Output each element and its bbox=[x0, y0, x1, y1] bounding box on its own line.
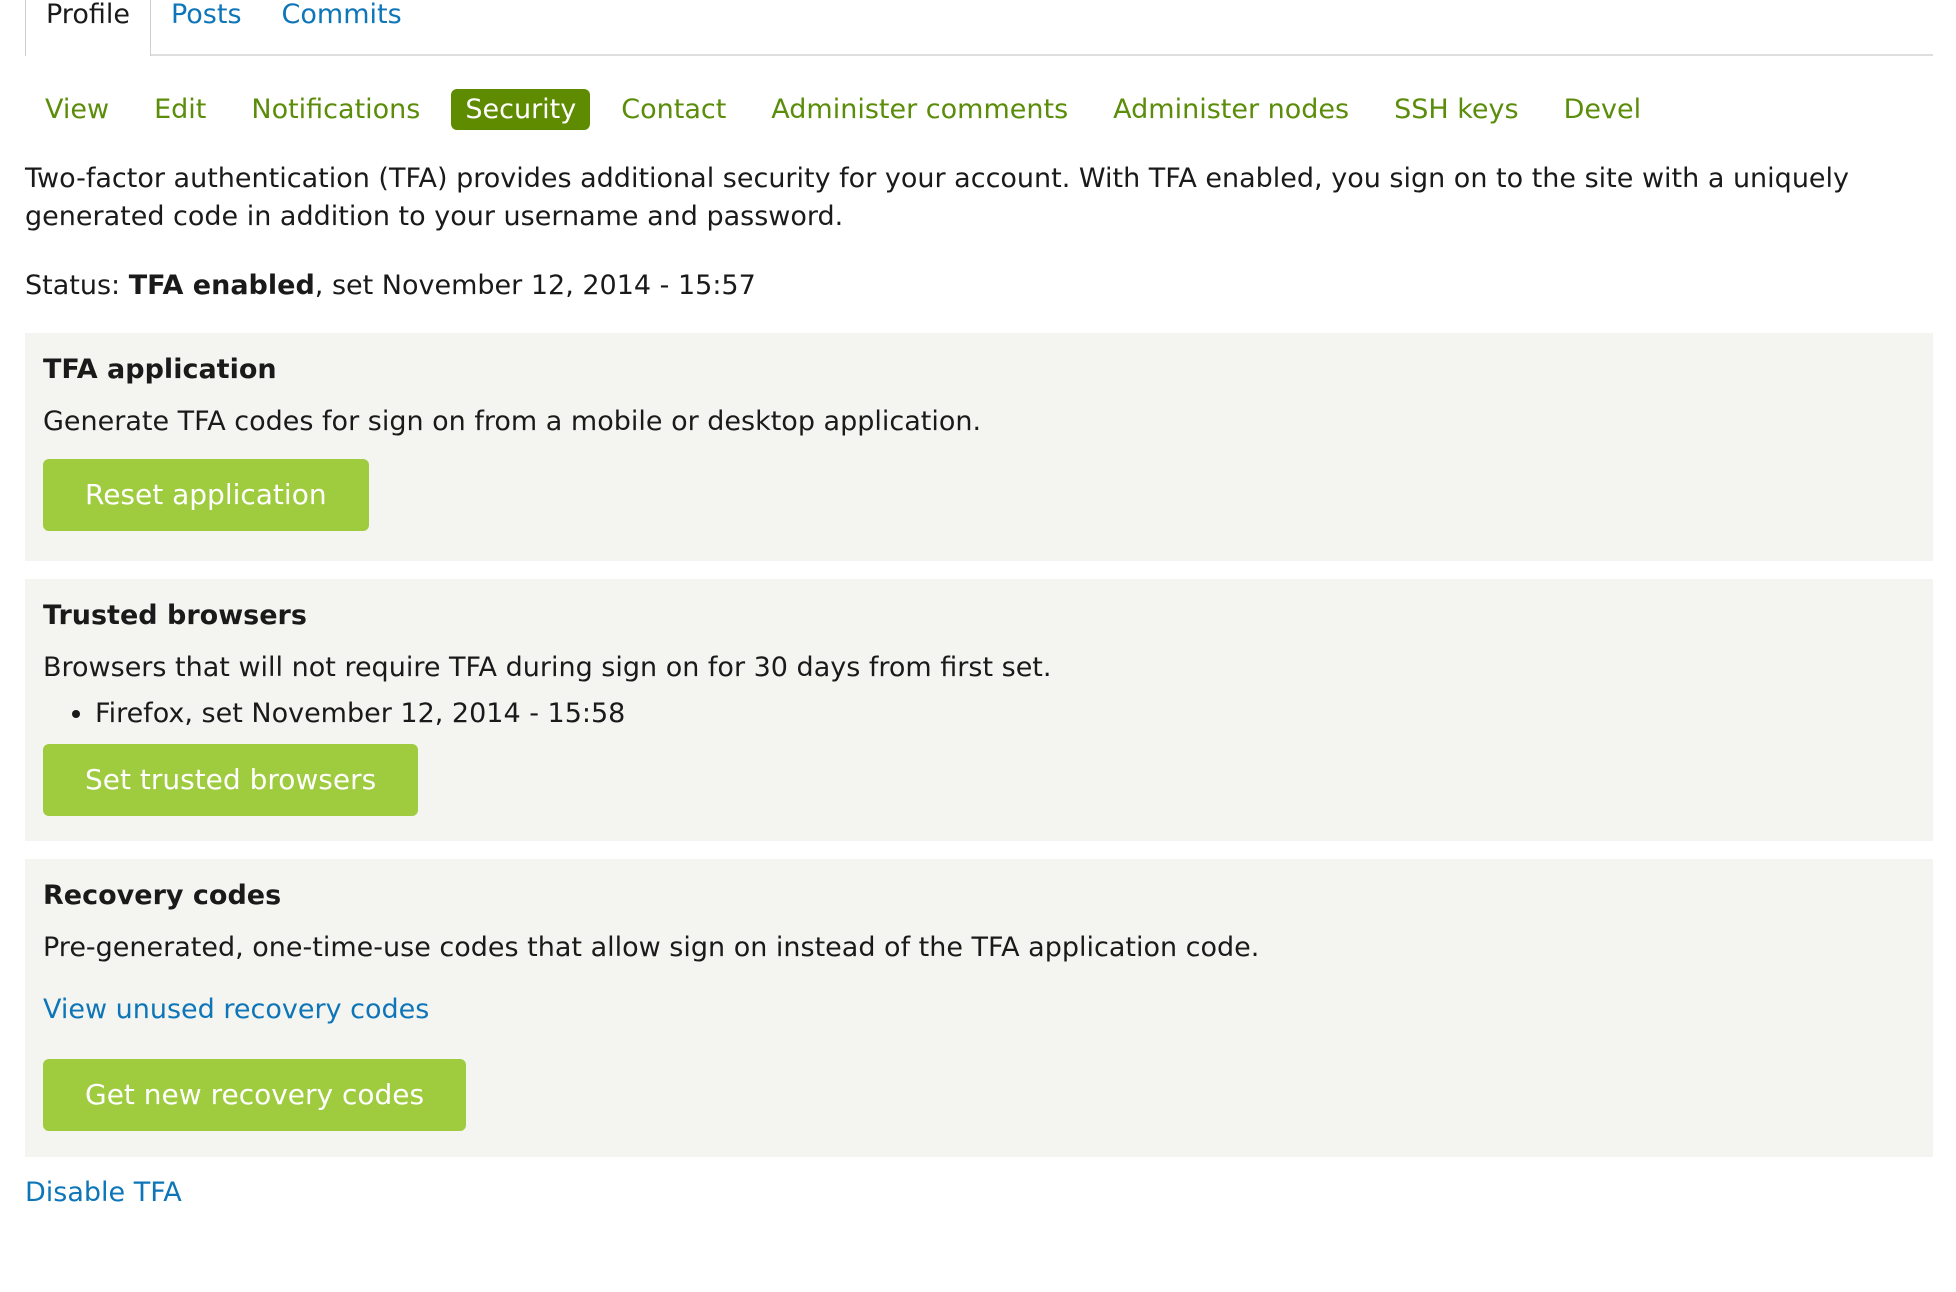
tfa-application-description: Generate TFA codes for sign on from a mo… bbox=[43, 406, 982, 437]
recovery-codes-panel: Recovery codes Pre-generated, one-time-u… bbox=[25, 859, 1933, 1157]
set-trusted-browsers-button[interactable]: Set trusted browsers bbox=[43, 744, 419, 816]
tfa-application-title: TFA application bbox=[43, 354, 277, 385]
tab-edit[interactable]: Edit bbox=[140, 89, 220, 130]
view-unused-recovery-codes-link[interactable]: View unused recovery codes bbox=[43, 994, 429, 1025]
status-detail: , set November 12, 2014 - 15:57 bbox=[314, 270, 756, 301]
tfa-status: Status: TFA enabled, set November 12, 20… bbox=[25, 268, 1933, 304]
tab-administer-comments[interactable]: Administer comments bbox=[757, 89, 1082, 130]
reset-application-button[interactable]: Reset application bbox=[43, 459, 369, 531]
tab-contact[interactable]: Contact bbox=[607, 89, 740, 130]
secondary-tabs: View Edit Notifications Security Contact… bbox=[31, 86, 1933, 132]
tab-profile[interactable]: Profile bbox=[25, 0, 151, 56]
primary-tabs: Profile Posts Commits bbox=[25, 0, 1933, 56]
get-new-recovery-codes-button[interactable]: Get new recovery codes bbox=[43, 1059, 467, 1131]
tab-notifications[interactable]: Notifications bbox=[237, 89, 434, 130]
tab-devel[interactable]: Devel bbox=[1550, 89, 1656, 130]
tab-view[interactable]: View bbox=[31, 89, 123, 130]
list-item: Firefox, set November 12, 2014 - 15:58 bbox=[95, 697, 1915, 731]
tab-commits[interactable]: Commits bbox=[262, 0, 422, 54]
trusted-browsers-description: Browsers that will not require TFA durin… bbox=[43, 652, 1052, 683]
tab-posts[interactable]: Posts bbox=[151, 0, 262, 54]
tab-ssh-keys[interactable]: SSH keys bbox=[1380, 89, 1533, 130]
tfa-application-panel: TFA application Generate TFA codes for s… bbox=[25, 333, 1933, 561]
trusted-browsers-list: Firefox, set November 12, 2014 - 15:58 bbox=[43, 697, 1915, 731]
status-value: TFA enabled bbox=[128, 270, 315, 301]
tfa-intro-text: Two-factor authentication (TFA) provides… bbox=[25, 163, 1850, 232]
trusted-browsers-panel: Trusted browsers Browsers that will not … bbox=[25, 579, 1933, 841]
trusted-browsers-title: Trusted browsers bbox=[43, 600, 307, 631]
page: Profile Posts Commits View Edit Notifica… bbox=[25, 0, 1933, 1214]
recovery-codes-description: Pre-generated, one-time-use codes that a… bbox=[43, 932, 1260, 963]
tab-administer-nodes[interactable]: Administer nodes bbox=[1099, 89, 1363, 130]
tab-security[interactable]: Security bbox=[451, 88, 591, 130]
recovery-codes-title: Recovery codes bbox=[43, 880, 282, 911]
status-label: Status: bbox=[25, 270, 121, 301]
disable-tfa-link[interactable]: Disable TFA bbox=[25, 1177, 182, 1208]
